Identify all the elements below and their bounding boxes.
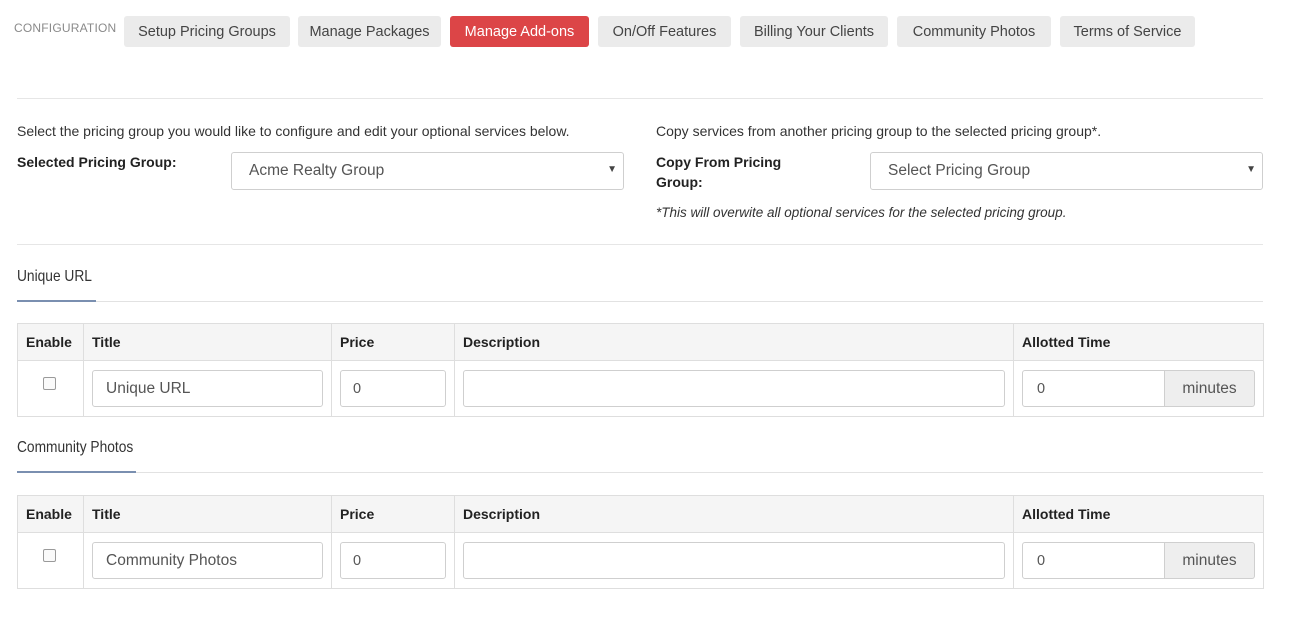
description-input[interactable] — [463, 370, 1005, 407]
minutes-addon: minutes — [1165, 370, 1255, 407]
chevron-down-icon: ▼ — [607, 164, 617, 175]
col-allotted-time: Allotted Time — [1013, 495, 1264, 533]
allotted-time-group: 0 minutes — [1022, 370, 1255, 407]
col-title: Title — [83, 323, 332, 361]
description-input[interactable] — [463, 542, 1005, 579]
nav-label: CONFIGURATION — [14, 21, 117, 35]
nav-terms-of-service[interactable]: Terms of Service — [1060, 16, 1195, 47]
copy-hint: Copy services from another pricing group… — [656, 123, 1102, 139]
table-row: Community Photos 0 0 minutes — [17, 532, 1264, 589]
price-cell: 0 — [331, 360, 455, 417]
section-underline — [17, 300, 96, 302]
allotted-time-cell: 0 minutes — [1013, 532, 1264, 589]
minutes-addon: minutes — [1165, 542, 1255, 579]
allotted-time-input[interactable]: 0 — [1022, 370, 1165, 407]
chevron-down-icon: ▼ — [1246, 164, 1256, 175]
title-input[interactable]: Unique URL — [92, 370, 323, 407]
section-heading-unique-url: Unique URL — [17, 268, 92, 285]
title-value: Community Photos — [106, 551, 237, 569]
description-cell — [454, 360, 1014, 417]
pricing-group-label: Selected Pricing Group: — [17, 154, 177, 170]
col-description: Description — [454, 323, 1014, 361]
price-cell: 0 — [331, 532, 455, 589]
nav-setup-pricing-groups[interactable]: Setup Pricing Groups — [124, 16, 290, 47]
enable-cell — [17, 360, 84, 417]
pricing-group-value: Acme Realty Group — [249, 162, 385, 179]
allotted-time-cell: 0 minutes — [1013, 360, 1264, 417]
price-input[interactable]: 0 — [340, 370, 446, 407]
allotted-time-value: 0 — [1037, 552, 1046, 569]
copy-from-label-line1: Copy From Pricing — [656, 154, 782, 170]
col-title: Title — [83, 495, 332, 533]
price-input[interactable]: 0 — [340, 542, 446, 579]
pricing-hint: Select the pricing group you would like … — [17, 123, 570, 139]
enable-cell — [17, 532, 84, 589]
nav-manage-packages[interactable]: Manage Packages — [298, 16, 441, 47]
allotted-time-group: 0 minutes — [1022, 542, 1255, 579]
section-line — [17, 472, 1263, 473]
nav-community-photos[interactable]: Community Photos — [897, 16, 1051, 47]
table-header-row: Enable Title Price Description Allotted … — [17, 495, 1264, 533]
title-cell: Unique URL — [83, 360, 332, 417]
allotted-time-input[interactable]: 0 — [1022, 542, 1165, 579]
addon-table-community-photos: Enable Title Price Description Allotted … — [17, 495, 1264, 589]
section-line — [17, 301, 1263, 302]
divider — [17, 98, 1263, 99]
nav-manage-add-ons[interactable]: Manage Add-ons — [450, 16, 589, 47]
nav-billing-your-clients[interactable]: Billing Your Clients — [740, 16, 888, 47]
col-enable: Enable — [17, 495, 84, 533]
col-allotted-time: Allotted Time — [1013, 323, 1264, 361]
copy-from-label-line2: Group: — [656, 174, 703, 190]
col-price: Price — [331, 323, 455, 361]
nav-on-off-features[interactable]: On/Off Features — [598, 16, 731, 47]
overwrite-note: *This will overwite all optional service… — [656, 205, 1067, 220]
table-header-row: Enable Title Price Description Allotted … — [17, 323, 1264, 361]
enable-checkbox[interactable] — [43, 377, 56, 390]
section-heading-community-photos: Community Photos — [17, 439, 134, 456]
title-cell: Community Photos — [83, 532, 332, 589]
copy-from-placeholder: Select Pricing Group — [888, 162, 1031, 179]
col-description: Description — [454, 495, 1014, 533]
title-input[interactable]: Community Photos — [92, 542, 323, 579]
col-enable: Enable — [17, 323, 84, 361]
addon-table-unique-url: Enable Title Price Description Allotted … — [17, 323, 1264, 417]
enable-checkbox[interactable] — [43, 549, 56, 562]
table-row: Unique URL 0 0 minutes — [17, 360, 1264, 417]
config-nav: CONFIGURATION Setup Pricing Groups Manag… — [0, 0, 1290, 62]
pricing-group-select[interactable]: Acme Realty Group ▼ — [231, 152, 624, 190]
col-price: Price — [331, 495, 455, 533]
description-cell — [454, 532, 1014, 589]
divider — [17, 244, 1263, 245]
price-value: 0 — [353, 380, 362, 397]
price-value: 0 — [353, 552, 362, 569]
section-underline — [17, 471, 136, 473]
allotted-time-value: 0 — [1037, 380, 1046, 397]
title-value: Unique URL — [106, 379, 191, 397]
copy-from-pricing-group-select[interactable]: Select Pricing Group ▼ — [870, 152, 1263, 190]
